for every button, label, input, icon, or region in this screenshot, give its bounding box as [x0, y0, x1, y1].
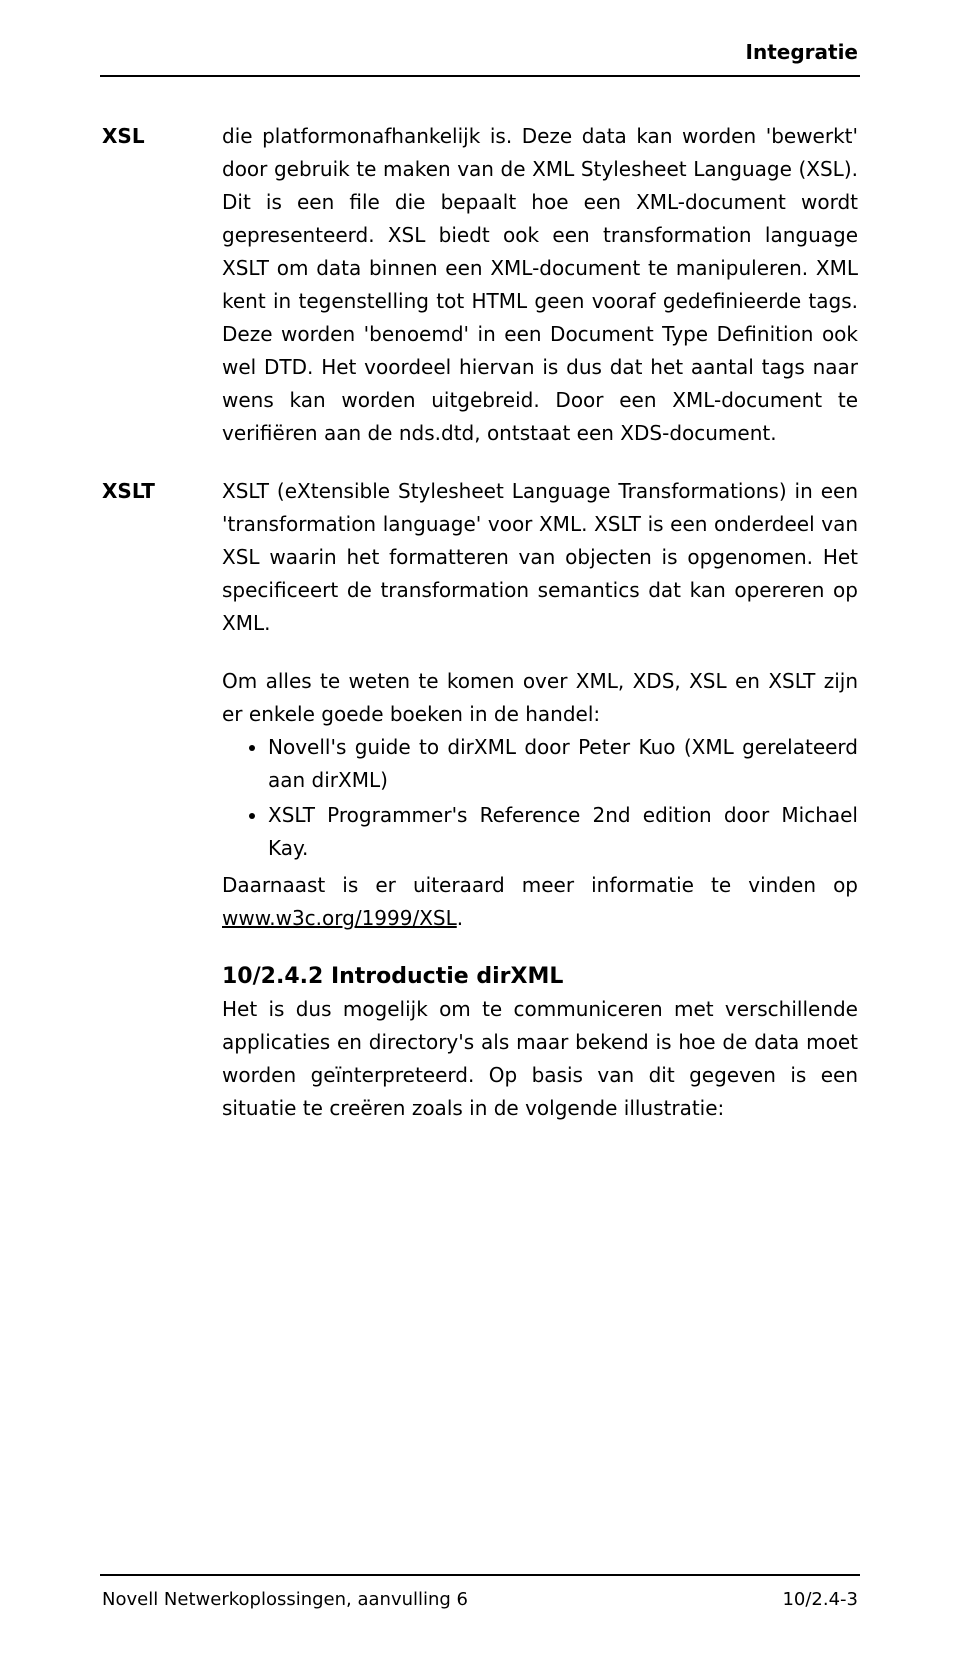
- page-footer: Novell Netwerkoplossingen, aanvulling 6 …: [102, 1589, 858, 1610]
- footer-right: 10/2.4-3: [782, 1589, 858, 1610]
- books-intro: Om alles te weten te komen over XML, XDS…: [222, 665, 858, 731]
- paragraph-xsl: die platformonafhankelijk is. Deze data …: [222, 120, 858, 450]
- list-item: XSLT Programmer's Reference 2nd edition …: [268, 799, 858, 865]
- section-xslt: XSLT XSLT (eXtensible Stylesheet Languag…: [102, 475, 858, 640]
- books-list: Novell's guide to dirXML door Peter Kuo …: [222, 731, 858, 865]
- body-xslt: XSLT (eXtensible Stylesheet Language Tra…: [222, 475, 858, 640]
- running-header: Integratie: [746, 40, 858, 64]
- paragraph-intro-dirxml: Het is dus mogelijk om te communiceren m…: [222, 993, 858, 1125]
- paragraph-xslt: XSLT (eXtensible Stylesheet Language Tra…: [222, 475, 858, 640]
- footer-rule: [100, 1574, 860, 1576]
- margin-label-xsl: XSL: [102, 120, 222, 153]
- books-link[interactable]: www.w3c.org/1999/XSL: [222, 906, 457, 930]
- footer-left: Novell Netwerkoplossingen, aanvulling 6: [102, 1589, 468, 1610]
- body-books: Om alles te weten te komen over XML, XDS…: [222, 665, 858, 935]
- books-outro-post: .: [457, 906, 463, 930]
- body-intro-dirxml: 10/2.4.2 Introductie dirXML Het is dus m…: [222, 960, 858, 1125]
- heading-intro-dirxml: 10/2.4.2 Introductie dirXML: [222, 960, 858, 993]
- books-outro: Daarnaast is er uiteraard meer informati…: [222, 869, 858, 935]
- books-outro-pre: Daarnaast is er uiteraard meer informati…: [222, 873, 858, 897]
- section-intro-dirxml: 10/2.4.2 Introductie dirXML Het is dus m…: [102, 960, 858, 1125]
- page-content: XSL die platformonafhankelijk is. Deze d…: [102, 120, 858, 1150]
- body-xsl: die platformonafhankelijk is. Deze data …: [222, 120, 858, 450]
- section-xsl: XSL die platformonafhankelijk is. Deze d…: [102, 120, 858, 450]
- list-item: Novell's guide to dirXML door Peter Kuo …: [268, 731, 858, 797]
- margin-label-xslt: XSLT: [102, 475, 222, 508]
- section-books: Om alles te weten te komen over XML, XDS…: [102, 665, 858, 935]
- header-rule: [100, 75, 860, 77]
